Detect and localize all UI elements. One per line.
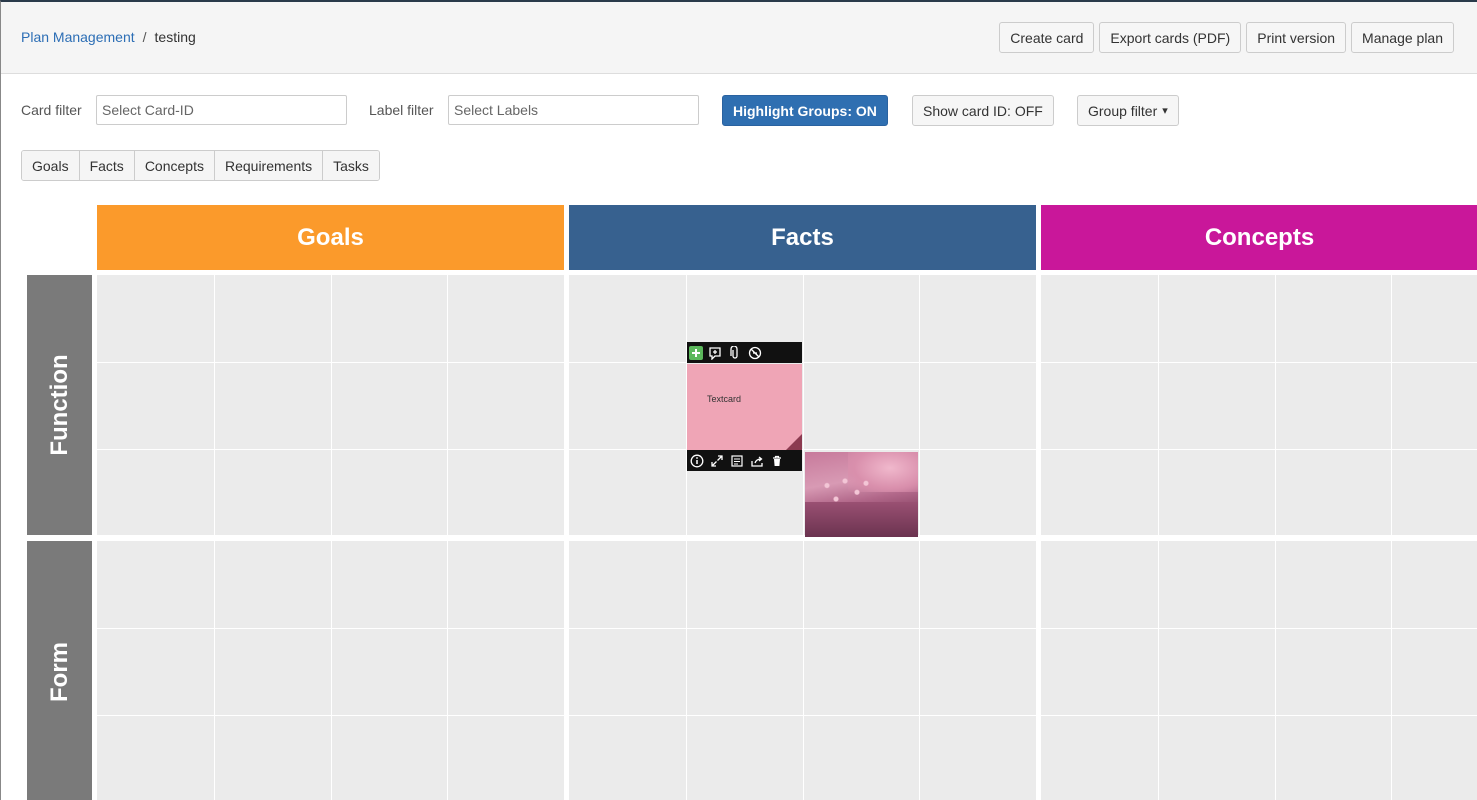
grid-block: [1041, 541, 1477, 800]
grid-divider: [569, 449, 1036, 450]
grid-block: [97, 541, 564, 800]
breadcrumb: Plan Management / testing: [21, 29, 196, 45]
group-filter-dropdown[interactable]: Group filter ▾: [1077, 95, 1179, 126]
grid-divider: [447, 541, 448, 800]
column-header-label: Goals: [297, 223, 364, 251]
top-actions: Create card Export cards (PDF) Print ver…: [999, 22, 1454, 53]
grid-block: [569, 275, 1036, 535]
trash-icon[interactable]: [769, 453, 785, 469]
expand-icon[interactable]: [709, 453, 725, 469]
grid-divider: [447, 275, 448, 535]
grid-divider: [1041, 362, 1477, 363]
grid-divider: [331, 541, 332, 800]
grid-divider: [331, 275, 332, 535]
grid-divider: [1391, 275, 1392, 535]
card-filter-input[interactable]: [96, 95, 347, 125]
column-header-facts: Facts: [569, 205, 1036, 270]
grid-divider: [919, 275, 920, 535]
column-header-concepts: Concepts: [1041, 205, 1477, 270]
grid-divider: [569, 362, 1036, 363]
grid-block: [569, 541, 1036, 800]
manage-plan-button[interactable]: Manage plan: [1351, 22, 1454, 53]
grid-divider: [803, 275, 804, 535]
grid-divider: [214, 541, 215, 800]
card-filter-label: Card filter: [21, 102, 82, 118]
card-text: Textcard: [707, 394, 742, 404]
highlight-groups-toggle[interactable]: Highlight Groups: ON: [722, 95, 888, 126]
caret-down-icon: ▾: [1162, 105, 1168, 117]
info-icon[interactable]: [689, 453, 705, 469]
grid-divider: [803, 541, 804, 800]
card-bottom-toolbar: [687, 450, 802, 471]
grid-divider: [97, 715, 564, 716]
image-flowers: [815, 472, 875, 517]
show-card-id-toggle[interactable]: Show card ID: OFF: [912, 95, 1054, 126]
no-link-icon[interactable]: [747, 345, 763, 361]
category-tabs: Goals Facts Concepts Requirements Tasks: [21, 150, 380, 181]
tab-facts[interactable]: Facts: [79, 151, 135, 180]
grid-divider: [97, 362, 564, 363]
image-card[interactable]: [805, 452, 918, 537]
grid-divider: [1041, 628, 1477, 629]
grid-divider: [1391, 541, 1392, 800]
tab-tasks[interactable]: Tasks: [323, 151, 379, 180]
grid-divider: [97, 628, 564, 629]
add-comment-icon[interactable]: [707, 345, 723, 361]
breadcrumb-separator: /: [142, 29, 147, 45]
tab-requirements[interactable]: Requirements: [214, 151, 324, 180]
grid-divider: [1041, 715, 1477, 716]
breadcrumb-current: testing: [154, 29, 196, 45]
grid-divider: [1158, 275, 1159, 535]
card-top-toolbar: [687, 342, 802, 363]
label-filter-label: Label filter: [369, 102, 434, 118]
grid-divider: [1275, 275, 1276, 535]
text-card[interactable]: Textcard: [687, 364, 802, 450]
top-bar: Plan Management / testing Create card Expo…: [1, 2, 1477, 74]
grid-divider: [1158, 541, 1159, 800]
grid-divider: [569, 628, 1036, 629]
row-header-form: Form: [27, 541, 92, 800]
grid-divider: [569, 715, 1036, 716]
grid-divider: [1041, 449, 1477, 450]
attachment-icon[interactable]: [727, 345, 743, 361]
breadcrumb-plan-management[interactable]: Plan Management: [21, 29, 135, 45]
grid-divider: [1275, 541, 1276, 800]
grid-divider: [214, 275, 215, 535]
tab-goals[interactable]: Goals: [22, 151, 80, 180]
grid-block: [1041, 275, 1477, 535]
column-header-label: Facts: [771, 223, 834, 251]
card-corner-fold: [786, 434, 802, 450]
share-icon[interactable]: [749, 453, 765, 469]
create-card-button[interactable]: Create card: [999, 22, 1095, 53]
grid-block: [97, 275, 564, 535]
export-cards-button[interactable]: Export cards (PDF): [1099, 22, 1242, 53]
row-header-function: Function: [27, 275, 92, 535]
label-filter-input[interactable]: [448, 95, 699, 125]
grid-divider: [97, 449, 564, 450]
group-filter-label: Group filter: [1088, 102, 1158, 119]
row-header-label: Form: [45, 641, 73, 702]
details-icon[interactable]: [729, 453, 745, 469]
app-frame: Plan Management / testing Create card Expo…: [0, 0, 1477, 800]
column-header-goals: Goals: [97, 205, 564, 270]
tab-concepts[interactable]: Concepts: [134, 151, 215, 180]
grid-divider: [686, 541, 687, 800]
column-header-label: Concepts: [1204, 223, 1315, 251]
add-icon[interactable]: [689, 345, 703, 360]
grid-divider: [919, 541, 920, 800]
row-header-label: Function: [45, 354, 73, 456]
print-version-button[interactable]: Print version: [1246, 22, 1347, 53]
